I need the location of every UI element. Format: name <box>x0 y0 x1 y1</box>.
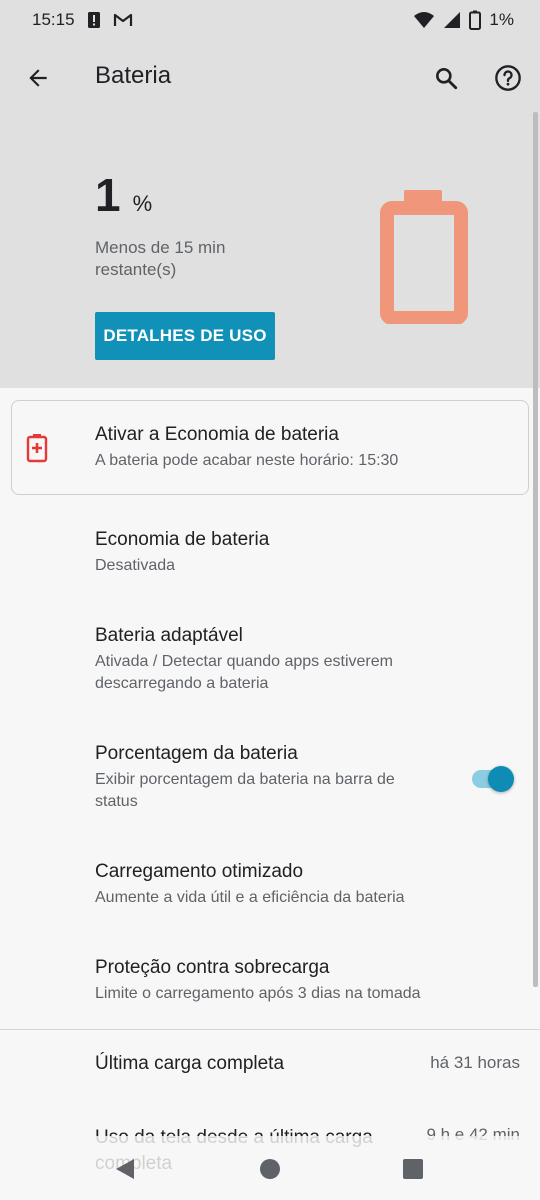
search-button[interactable] <box>428 60 464 96</box>
setting-overcharge-protection[interactable]: Proteção contra sobrecarga Limite o carr… <box>95 957 515 1005</box>
setting-subtitle: Exibir porcentagem da bateria na barra d… <box>95 771 395 810</box>
setting-title: Proteção contra sobrecarga <box>95 957 330 978</box>
scrollbar[interactable] <box>533 112 538 987</box>
page-title: Bateria <box>95 62 172 89</box>
nav-back-button[interactable] <box>110 1154 140 1184</box>
battery-header: Bateria 1 % Menos de 15 min restante(s) … <box>0 40 540 388</box>
stat-last-full-charge: Última carga completa há 31 horas <box>95 1053 520 1075</box>
remaining-time-text: Menos de 15 min restante(s) <box>95 238 226 279</box>
usage-details-button[interactable]: DETALHES DE USO <box>95 312 275 360</box>
nav-home-icon <box>260 1159 280 1179</box>
card-text: Ativar a Economia de bateria A bateria p… <box>95 424 515 472</box>
setting-title: Carregamento otimizado <box>95 861 304 882</box>
battery-alert-icon <box>26 433 48 468</box>
help-button[interactable] <box>490 60 526 96</box>
battery-icon <box>469 10 482 30</box>
nav-recents-icon <box>403 1159 423 1179</box>
back-button[interactable] <box>20 60 56 96</box>
setting-battery-saver[interactable]: Economia de bateria Desativada <box>95 529 475 577</box>
setting-subtitle: Desativada <box>95 557 176 574</box>
nav-home-button[interactable] <box>255 1154 285 1184</box>
battery-level-unit: % <box>132 191 153 216</box>
setting-subtitle: Limite o carregamento após 3 dias na tom… <box>95 985 421 1002</box>
battery-percentage-toggle[interactable] <box>470 764 516 794</box>
alert-icon <box>87 11 101 29</box>
status-battery-percent: 1% <box>489 10 514 29</box>
toggle-thumb <box>488 766 514 792</box>
setting-title: Bateria adaptável <box>95 625 243 646</box>
battery-graphic-icon <box>378 188 470 329</box>
card-subtitle: A bateria pode acabar neste horário: 15:… <box>95 452 399 469</box>
stat-value: há 31 horas <box>430 1053 520 1072</box>
battery-level-value: 1 <box>95 169 121 221</box>
setting-adaptive-battery[interactable]: Bateria adaptável Ativada / Detectar qua… <box>95 625 475 695</box>
setting-battery-percentage[interactable]: Porcentagem da bateria Exibir porcentage… <box>95 743 435 813</box>
card-title: Ativar a Economia de bateria <box>95 424 339 445</box>
nav-recents-button[interactable] <box>398 1154 428 1184</box>
status-time: 15:15 <box>32 10 75 29</box>
setting-optimized-charging[interactable]: Carregamento otimizado Aumente a vida út… <box>95 861 515 909</box>
search-icon <box>436 68 458 90</box>
signal-icon <box>443 11 461 29</box>
back-arrow-icon <box>29 69 47 87</box>
help-icon <box>495 65 521 91</box>
wifi-icon <box>413 11 435 29</box>
setting-subtitle: Ativada / Detectar quando apps estiverem… <box>95 653 393 692</box>
stat-label: Última carga completa <box>95 1053 285 1074</box>
navigation-bar <box>0 1136 540 1200</box>
section-divider <box>0 1029 540 1030</box>
setting-title: Economia de bateria <box>95 529 270 550</box>
battery-level: 1 % <box>95 168 152 222</box>
battery-saver-suggestion-card[interactable]: Ativar a Economia de bateria A bateria p… <box>11 400 529 495</box>
status-bar: 15:15 1% <box>0 0 540 40</box>
gmail-icon <box>113 12 133 28</box>
setting-title: Porcentagem da bateria <box>95 743 298 764</box>
app-bar: Bateria <box>0 40 540 116</box>
setting-subtitle: Aumente a vida útil e a eficiência da ba… <box>95 889 405 906</box>
nav-back-icon <box>116 1159 134 1179</box>
